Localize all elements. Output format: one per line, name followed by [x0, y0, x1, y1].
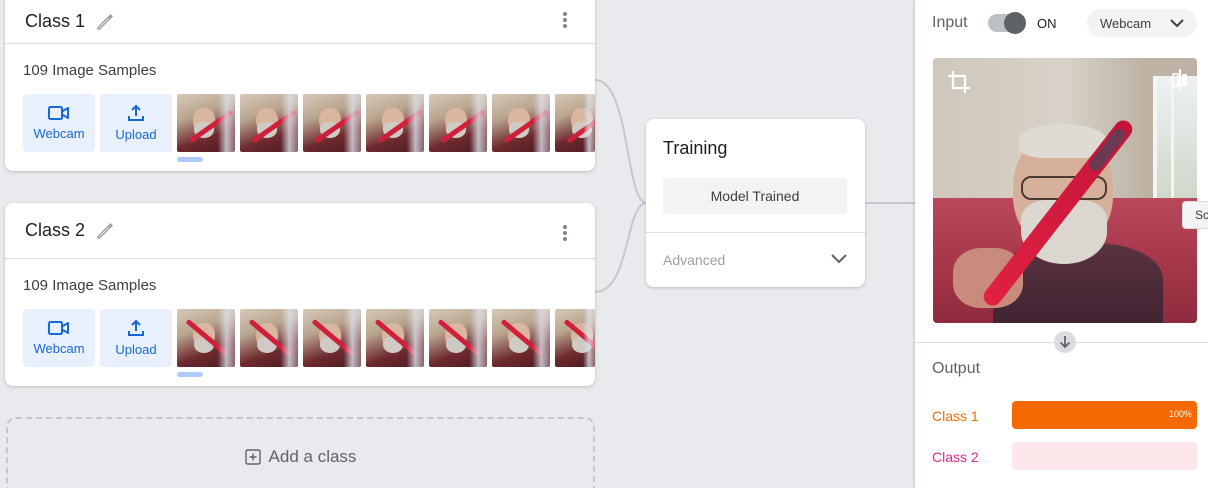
training-card: Training Model Trained Advanced [646, 119, 865, 287]
samples-count: 109 Image Samples [23, 62, 157, 79]
sample-row: Webcam Upload [23, 94, 595, 152]
more-vert-icon[interactable] [557, 10, 573, 30]
sample-thumbnail[interactable] [240, 94, 298, 152]
webcam-button-label: Webcam [33, 126, 85, 141]
train-model-button[interactable]: Model Trained [663, 178, 847, 214]
sample-thumbnail[interactable] [366, 94, 424, 152]
class-card-header: Class 2 [5, 203, 595, 259]
thumbnail-strip [177, 94, 595, 152]
input-source-value: Webcam [1100, 15, 1152, 31]
confidence-bar: 100% [1012, 401, 1197, 429]
more-vert-icon[interactable] [557, 223, 573, 243]
pencil-icon[interactable] [95, 221, 115, 241]
samples-count: 109 Image Samples [23, 277, 157, 294]
videocam-icon [48, 321, 69, 335]
output-row-class-1: Class 1 100% [932, 401, 1197, 429]
sample-thumbnail[interactable] [177, 309, 235, 367]
sample-thumbnail[interactable] [492, 309, 550, 367]
upload-icon [128, 319, 144, 336]
output-row-class-2: Class 2 [932, 442, 1197, 470]
chevron-down-icon[interactable] [830, 252, 848, 264]
crop-icon[interactable] [947, 70, 971, 94]
sample-row: Webcam Upload [23, 309, 595, 367]
training-title: Training [663, 138, 728, 158]
output-label: Output [932, 360, 981, 377]
webcam-preview [933, 58, 1197, 323]
upload-button-label: Upload [115, 127, 157, 142]
input-label: Input [932, 14, 968, 31]
class-card-header: Class 1 [5, 0, 595, 44]
preview-panel: Input ON Webcam Output Class 1 100% Clas… [915, 0, 1208, 488]
pencil-icon[interactable] [95, 12, 115, 32]
side-tab-label: Sc [1195, 208, 1208, 222]
side-tab[interactable]: Sc [1182, 201, 1208, 229]
upload-button-label: Upload [115, 342, 157, 357]
input-toggle[interactable] [988, 12, 1026, 34]
sample-thumbnail[interactable] [240, 309, 298, 367]
divider [646, 232, 865, 233]
output-class-name: Class 1 [932, 408, 979, 424]
upload-button[interactable]: Upload [100, 94, 172, 152]
thumbnail-strip [177, 309, 595, 367]
flip-icon[interactable] [1171, 68, 1189, 92]
upload-button[interactable]: Upload [100, 309, 172, 367]
webcam-button[interactable]: Webcam [23, 309, 95, 367]
input-source-select[interactable]: Webcam [1087, 9, 1197, 37]
add-class-button[interactable]: Add a class [6, 417, 595, 488]
add-box-icon [244, 449, 261, 465]
thumbnail-scroll-indicator[interactable] [177, 157, 203, 162]
webcam-button-label: Webcam [33, 341, 85, 356]
arrow-down-icon [1054, 331, 1076, 353]
videocam-icon [48, 106, 69, 120]
sample-thumbnail[interactable] [429, 94, 487, 152]
toggle-state-label: ON [1037, 16, 1057, 31]
sample-thumbnail[interactable] [366, 309, 424, 367]
confidence-percent: 100% [1168, 409, 1192, 419]
class-title[interactable]: Class 2 [25, 220, 85, 241]
sample-thumbnail[interactable] [303, 94, 361, 152]
add-class-label: Add a class [268, 447, 357, 466]
sample-thumbnail[interactable] [492, 94, 550, 152]
class-card-body: 109 Image Samples Webcam Upload [5, 259, 595, 386]
thumbnail-scroll-indicator[interactable] [177, 372, 203, 377]
output-class-name: Class 2 [932, 449, 979, 465]
class-card-2: Class 2 109 Image Samples Webcam Upload [5, 203, 595, 386]
class-card-body: 109 Image Samples Webcam Upload [5, 44, 595, 171]
class-title[interactable]: Class 1 [25, 11, 85, 32]
sample-thumbnail[interactable] [555, 94, 595, 152]
sample-thumbnail[interactable] [429, 309, 487, 367]
class-card-1: Class 1 109 Image Samples Webcam Upload [5, 0, 595, 171]
sample-thumbnail[interactable] [303, 309, 361, 367]
upload-icon [128, 104, 144, 121]
confidence-bar [1012, 442, 1197, 470]
sample-thumbnail[interactable] [177, 94, 235, 152]
sample-thumbnail[interactable] [555, 309, 595, 367]
advanced-toggle[interactable]: Advanced [663, 252, 725, 268]
webcam-button[interactable]: Webcam [23, 94, 95, 152]
chevron-down-icon [1170, 19, 1184, 28]
